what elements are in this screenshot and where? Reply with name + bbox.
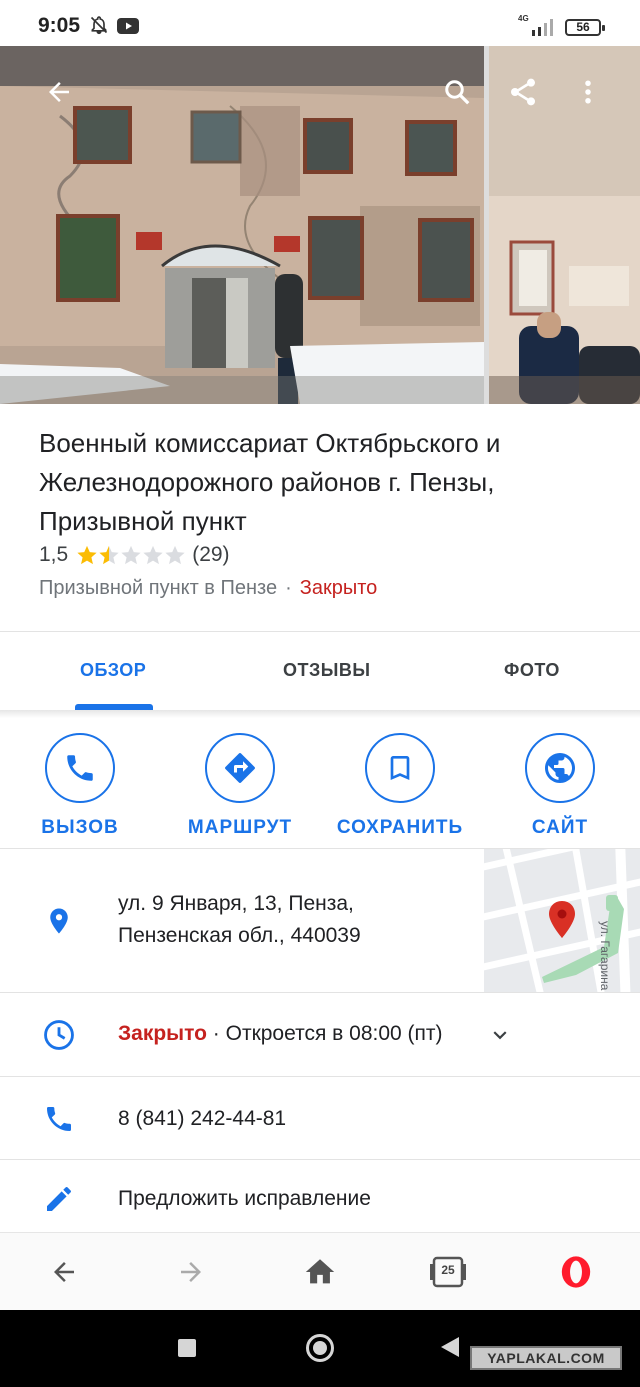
chevron-down-icon[interactable] <box>487 1022 513 1053</box>
tab-reviews[interactable]: ОТЗЫВЫ <box>283 660 371 681</box>
tabs-shadow <box>0 710 640 718</box>
more-vert-icon <box>585 80 591 104</box>
recents-button[interactable] <box>178 1339 196 1357</box>
website-label: САЙТ <box>531 817 589 838</box>
signal-icon <box>530 18 556 41</box>
system-nav-bar: YAPLAKAL.COM <box>0 1310 640 1387</box>
save-circle <box>365 733 435 803</box>
location-pin-icon <box>40 902 78 940</box>
star-icon <box>121 545 141 565</box>
map-thumbnail[interactable]: ул. Гагарина <box>484 849 640 992</box>
save-button[interactable]: СОХРАНИТЬ <box>325 733 475 839</box>
phone-number: 8 (841) 242-44-81 <box>118 1107 287 1130</box>
browser-home-button[interactable] <box>300 1252 340 1292</box>
rating-row[interactable]: 1,5 (29) <box>39 542 230 568</box>
tab-count: 25 <box>441 1263 455 1277</box>
back-button[interactable] <box>41 74 77 110</box>
more-options-button[interactable] <box>570 74 606 110</box>
address-line2: Пензенская обл., 440039 <box>118 924 361 947</box>
rating-value: 1,5 <box>39 543 69 566</box>
home-icon <box>305 1259 335 1284</box>
call-button[interactable]: ВЫЗОВ <box>5 733 155 839</box>
route-circle <box>205 733 275 803</box>
directions-icon <box>225 753 255 783</box>
battery-level: 56 <box>565 19 605 36</box>
map-graphic <box>484 849 640 992</box>
share-button[interactable] <box>505 74 541 110</box>
save-label: СОХРАНИТЬ <box>336 817 464 838</box>
arrow-right-icon <box>181 1262 201 1282</box>
globe-icon <box>545 753 575 783</box>
hours-text: Закрыто · Откроется в 08:00 (пт) <box>118 1018 443 1050</box>
pencil-icon <box>40 1180 78 1218</box>
call-label: ВЫЗОВ <box>41 817 119 838</box>
browser-toolbar: 25 <box>0 1232 640 1310</box>
bell-off-icon <box>89 15 109 40</box>
tab-overview[interactable]: ОБЗОР <box>80 660 146 681</box>
divider <box>0 1076 640 1077</box>
opera-logo-icon <box>561 1256 591 1288</box>
place-title: Военный комиссариат Октябрьского и Желез… <box>39 428 501 536</box>
star-icon <box>99 545 119 565</box>
photo-header[interactable] <box>0 46 640 404</box>
search-button[interactable] <box>439 74 475 110</box>
watermark: YAPLAKAL.COM <box>470 1346 622 1370</box>
arrow-left-icon <box>54 1262 74 1282</box>
bookmark-icon <box>390 756 410 780</box>
category-row: Призывной пункт в Пензе · Закрыто <box>39 577 377 600</box>
divider <box>0 1159 640 1160</box>
place-category: Призывной пункт в Пензе <box>39 577 278 599</box>
route-button[interactable]: МАРШРУТ <box>165 733 315 839</box>
map-street-label: ул. Гагарина <box>598 921 612 991</box>
tab-bar: ОБЗОР ОТЗЫВЫ ФОТО <box>0 632 640 710</box>
phone-icon <box>40 1100 78 1138</box>
hours-next-open: · Откроется в 08:00 (пт) <box>206 1022 443 1045</box>
open-status: Закрыто <box>299 577 378 599</box>
hours-status: Закрыто <box>118 1022 207 1045</box>
phone-icon <box>67 755 93 781</box>
tab-photos[interactable]: ФОТО <box>504 660 560 681</box>
share-icon <box>511 78 535 106</box>
star-icon <box>77 545 97 565</box>
website-button[interactable]: САЙТ <box>485 733 635 839</box>
website-circle <box>525 733 595 803</box>
clock-icon <box>40 1016 78 1054</box>
suggest-edit-label: Предложить исправление <box>118 1187 371 1210</box>
review-count: (29) <box>192 543 230 566</box>
home-button[interactable] <box>306 1334 334 1362</box>
star-icon <box>165 545 185 565</box>
youtube-icon <box>117 18 139 39</box>
network-type: 4G <box>518 14 529 23</box>
address-line1: ул. 9 Января, 13, Пенза, <box>118 892 354 915</box>
star-icon <box>143 545 163 565</box>
browser-forward-button[interactable] <box>171 1252 211 1292</box>
status-bar: 9:05 4G 56 <box>0 0 640 46</box>
call-circle <box>45 733 115 803</box>
browser-back-button[interactable] <box>44 1252 84 1292</box>
divider <box>0 992 640 993</box>
rating-stars <box>76 544 186 566</box>
arrow-back-icon <box>49 82 69 102</box>
browser-tabs-button[interactable]: 25 <box>428 1252 468 1292</box>
search-icon <box>445 80 470 105</box>
route-label: МАРШРУТ <box>187 817 293 838</box>
back-nav-button[interactable] <box>441 1337 459 1357</box>
separator-dot: · <box>285 577 292 599</box>
status-time: 9:05 <box>38 14 81 37</box>
opera-menu-button[interactable] <box>556 1252 596 1292</box>
